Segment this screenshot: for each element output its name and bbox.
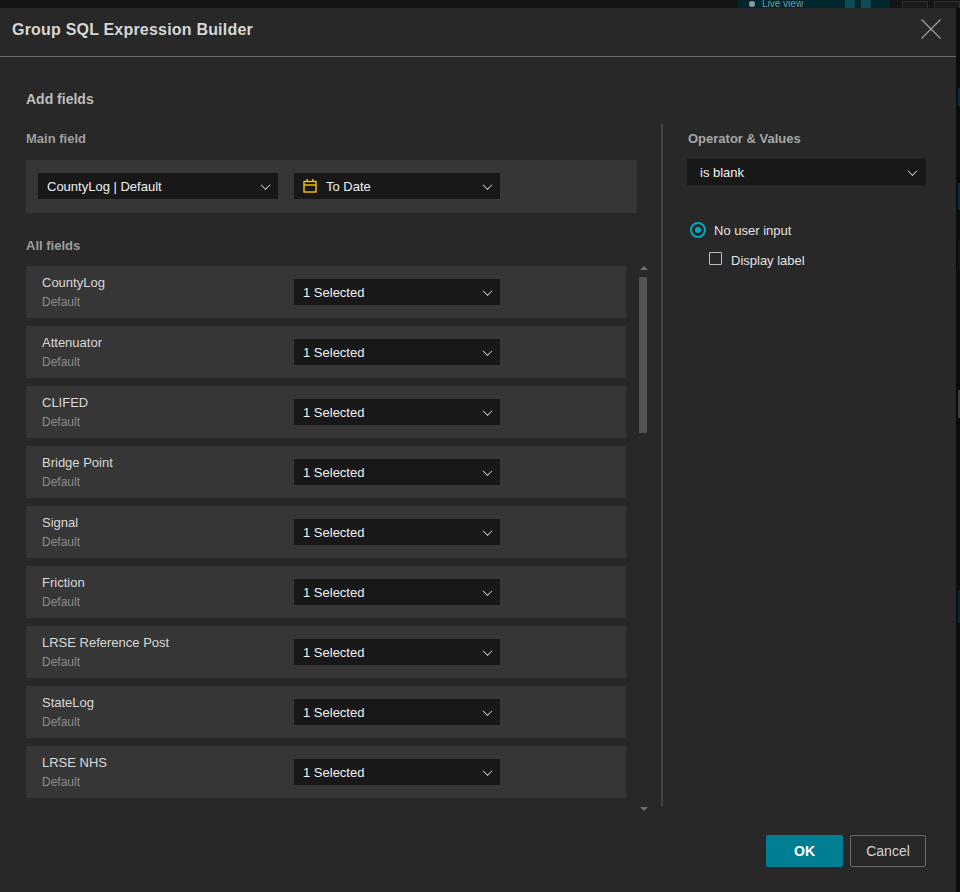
field-selected-value: 1 Selected [303,465,364,480]
field-selected-dropdown[interactable]: 1 Selected [294,399,500,425]
operator-values-label: Operator & Values [688,131,801,146]
chevron-down-icon [261,180,271,190]
field-row: Attenuator Default 1 Selected [26,326,626,378]
background-button [934,1,960,8]
scrollbar-down-arrow[interactable] [640,807,648,811]
field-source: Default [42,595,80,609]
display-label-label: Display label [731,253,805,268]
field-row: LRSE NHS Default 1 Selected [26,746,626,798]
field-selected-value: 1 Selected [303,405,364,420]
field-row: CLIFED Default 1 Selected [26,386,626,438]
scrollbar-thumb[interactable] [639,277,647,433]
field-selected-value: 1 Selected [303,705,364,720]
field-name: Attenuator [42,335,102,350]
main-field-label: Main field [26,131,86,146]
chevron-down-icon [483,526,493,536]
background-right-sliver [956,8,960,892]
page: Live view Group SQL Expression Builder A… [0,0,960,892]
field-selected-value: 1 Selected [303,345,364,360]
field-source: Default [42,535,80,549]
close-icon[interactable] [920,18,942,40]
background-app-strip: Live view [0,0,960,8]
no-user-input-radio[interactable] [690,222,706,238]
vertical-divider [661,124,663,806]
background-button [902,1,928,8]
field-source: Default [42,715,80,729]
field-row: CountyLog Default 1 Selected [26,266,626,318]
scrollbar-up-arrow[interactable] [640,266,648,270]
field-row: Friction Default 1 Selected [26,566,626,618]
live-view-dot-icon [749,1,755,7]
operator-dropdown[interactable]: is blank [687,159,926,185]
header-divider [0,56,956,57]
field-selected-dropdown[interactable]: 1 Selected [294,579,500,605]
chevron-down-icon [483,586,493,596]
field-selected-value: 1 Selected [303,645,364,660]
field-row: StateLog Default 1 Selected [26,686,626,738]
chevron-down-icon [483,346,493,356]
live-view-label: Live view [762,0,803,8]
field-name: StateLog [42,695,94,710]
field-name: CountyLog [42,275,105,290]
field-selected-dropdown[interactable]: 1 Selected [294,279,500,305]
field-source: Default [42,475,80,489]
main-field-type-dropdown[interactable]: To Date [294,173,500,199]
dialog-title: Group SQL Expression Builder [12,21,253,39]
toolbar-button-icon [845,0,855,8]
field-selected-dropdown[interactable]: 1 Selected [294,339,500,365]
chevron-down-icon [483,180,493,190]
chevron-down-icon [483,646,493,656]
field-name: CLIFED [42,395,88,410]
cancel-button[interactable]: Cancel [850,835,926,867]
add-fields-heading: Add fields [26,91,94,107]
field-name: LRSE NHS [42,755,107,770]
main-field-dropdown-value: CountyLog | Default [47,179,162,194]
main-field-dropdown[interactable]: CountyLog | Default [38,173,278,199]
field-selected-value: 1 Selected [303,765,364,780]
display-label-checkbox[interactable] [709,252,722,265]
calendar-icon [303,179,317,193]
all-fields-label: All fields [26,238,80,253]
field-source: Default [42,415,80,429]
field-source: Default [42,775,80,789]
field-selected-dropdown[interactable]: 1 Selected [294,459,500,485]
chevron-down-icon [908,166,918,176]
toolbar-button-icon [861,0,871,8]
chevron-down-icon [483,466,493,476]
field-source: Default [42,295,80,309]
live-view-toggle[interactable]: Live view [738,0,890,8]
ok-button[interactable]: OK [766,835,843,867]
chevron-down-icon [483,766,493,776]
chevron-down-icon [483,706,493,716]
field-name: Bridge Point [42,455,113,470]
field-selected-dropdown[interactable]: 1 Selected [294,639,500,665]
field-source: Default [42,355,80,369]
field-name: Signal [42,515,78,530]
field-source: Default [42,655,80,669]
field-selected-value: 1 Selected [303,525,364,540]
no-user-input-label: No user input [714,223,791,238]
field-row: Bridge Point Default 1 Selected [26,446,626,498]
chevron-down-icon [483,286,493,296]
field-selected-value: 1 Selected [303,585,364,600]
field-row: LRSE Reference Post Default 1 Selected [26,626,626,678]
field-selected-dropdown[interactable]: 1 Selected [294,759,500,785]
field-name: LRSE Reference Post [42,635,169,650]
operator-dropdown-value: is blank [700,165,744,180]
chevron-down-icon [483,406,493,416]
main-field-type-value: To Date [326,179,371,194]
field-row: Signal Default 1 Selected [26,506,626,558]
field-selected-dropdown[interactable]: 1 Selected [294,699,500,725]
field-selected-dropdown[interactable]: 1 Selected [294,519,500,545]
field-selected-value: 1 Selected [303,285,364,300]
field-name: Friction [42,575,85,590]
